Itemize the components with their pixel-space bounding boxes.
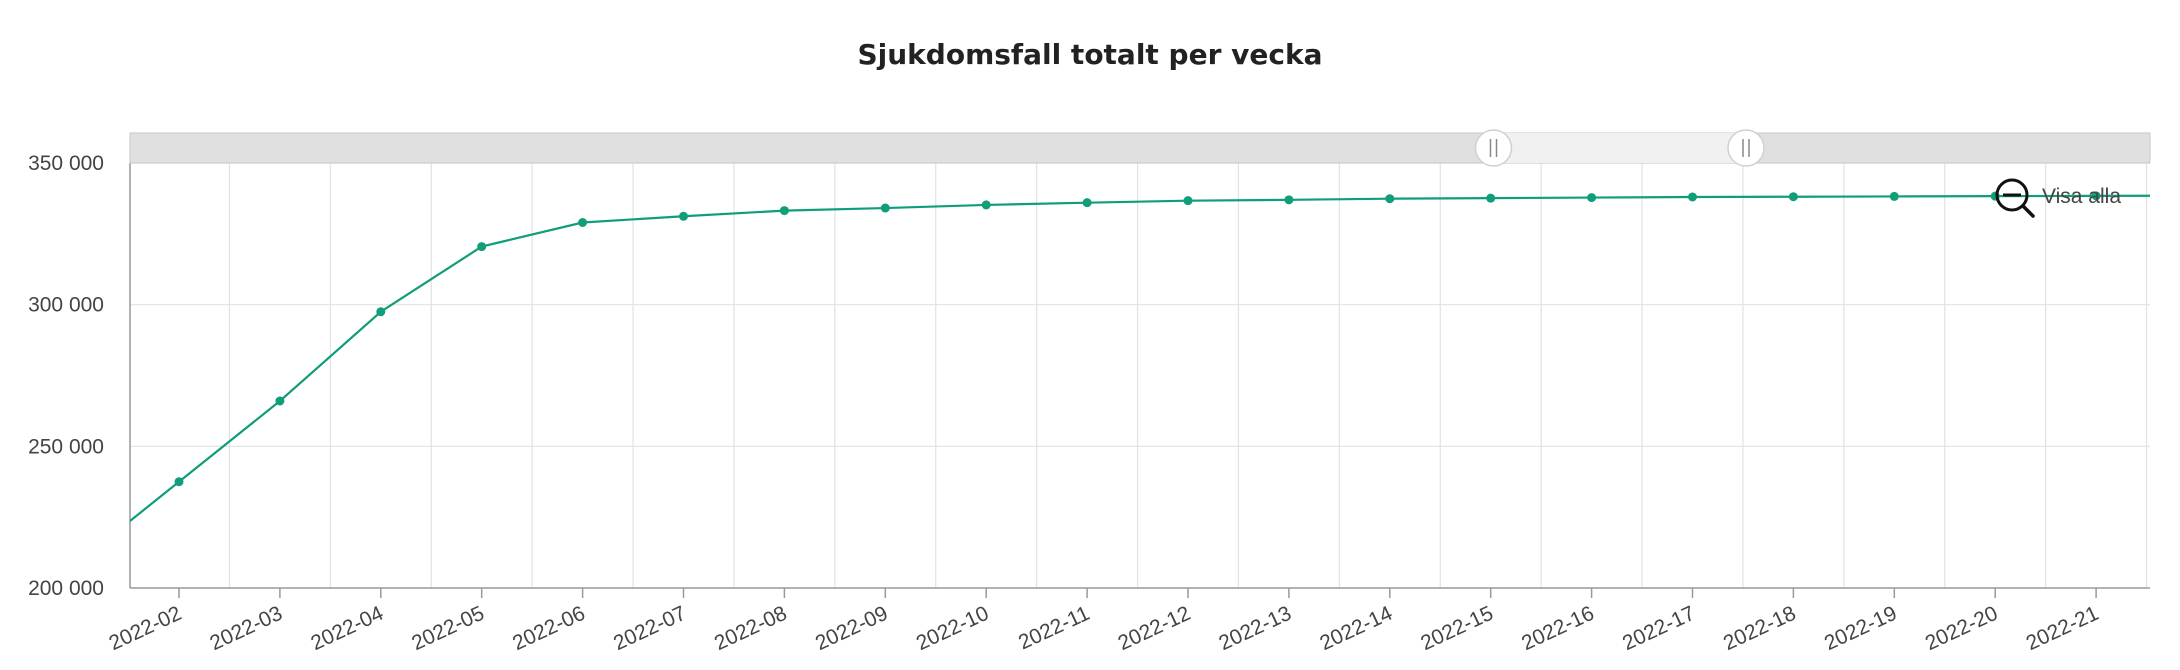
scrollbar-thumb[interactable] <box>1493 133 1747 163</box>
x-tick-label: 2022-09 <box>812 602 892 655</box>
data-point[interactable] <box>1082 198 1092 208</box>
data-point[interactable] <box>174 477 184 487</box>
x-tick-label: 2022-11 <box>1015 602 1093 655</box>
y-tick-label: 350 000 <box>28 152 104 175</box>
x-tick-label: 2022-03 <box>206 602 286 655</box>
data-point[interactable] <box>679 211 688 221</box>
x-tick-label: 2022-07 <box>610 602 690 655</box>
x-tick-label: 2022-15 <box>1417 602 1497 655</box>
zoom-out-button[interactable]: Visa alla <box>1995 178 2121 218</box>
data-point[interactable] <box>981 200 991 210</box>
data-point[interactable] <box>1688 192 1697 202</box>
line-chart: 200 000250 000300 000350 000 2022-02 2022… <box>28 129 2151 656</box>
data-point[interactable] <box>275 396 285 406</box>
x-tick-label: 2022-08 <box>711 602 791 655</box>
zoom-out-icon[interactable] <box>1995 178 2035 218</box>
series-layer <box>129 191 2151 522</box>
data-point[interactable] <box>1889 191 1899 201</box>
horizontal-gridlines <box>130 162 2150 447</box>
scrollbar[interactable] <box>129 129 2151 167</box>
vertical-gridlines <box>228 163 2148 588</box>
scrollbar-handle-left[interactable] <box>1474 129 1513 167</box>
x-tick-label: 2022-18 <box>1720 602 1800 655</box>
data-point[interactable] <box>1587 193 1597 203</box>
x-axis-ticks <box>178 588 2097 598</box>
data-point[interactable] <box>1284 195 1294 205</box>
y-tick-label: 300 000 <box>28 294 104 317</box>
x-tick-label: 2022-12 <box>1115 602 1195 655</box>
data-point[interactable] <box>1486 193 1496 203</box>
x-tick-label: 2022-19 <box>1821 602 1901 655</box>
x-tick-label: 2022-16 <box>1518 602 1598 655</box>
scrollbar-handle-knob[interactable] <box>1727 129 1765 167</box>
data-point[interactable] <box>1788 192 1798 202</box>
data-point[interactable] <box>376 307 386 317</box>
data-point[interactable] <box>880 203 890 213</box>
zoom-out-label[interactable]: Visa alla <box>2042 185 2121 208</box>
scrollbar-handle-right[interactable] <box>1727 129 1765 167</box>
x-tick-label: 2022-02 <box>106 602 186 655</box>
x-tick-label: 2022-10 <box>913 602 993 655</box>
data-point[interactable] <box>779 206 789 216</box>
y-tick-label: 200 000 <box>28 577 104 600</box>
series-line <box>129 194 2151 522</box>
y-tick-label: 250 000 <box>28 435 104 458</box>
x-tick-label: 2022-20 <box>1922 602 2002 655</box>
x-tick-label: 2022-06 <box>509 602 589 655</box>
x-axis-labels: 2022-02 2022-03 2022-04 2022-05 2022-06 2022-… <box>106 602 2103 656</box>
data-point[interactable] <box>578 218 588 227</box>
x-tick-label: 2022-04 <box>307 602 387 656</box>
data-point[interactable] <box>1183 196 1193 206</box>
data-point[interactable] <box>477 242 487 252</box>
data-point[interactable] <box>1385 194 1395 204</box>
x-tick-label: 2022-14 <box>1316 602 1396 656</box>
x-tick-label: 2022-17 <box>1619 602 1699 655</box>
scrollbar-handle-knob[interactable] <box>1474 129 1513 167</box>
x-tick-label: 2022-05 <box>408 602 488 655</box>
x-tick-label: 2022-13 <box>1215 602 1295 655</box>
scrollbar-track[interactable] <box>129 132 2151 164</box>
y-axis-labels: 200 000 250 000 300 000 350 000 <box>28 152 104 600</box>
x-tick-label: 2022-21 <box>2023 602 2103 655</box>
